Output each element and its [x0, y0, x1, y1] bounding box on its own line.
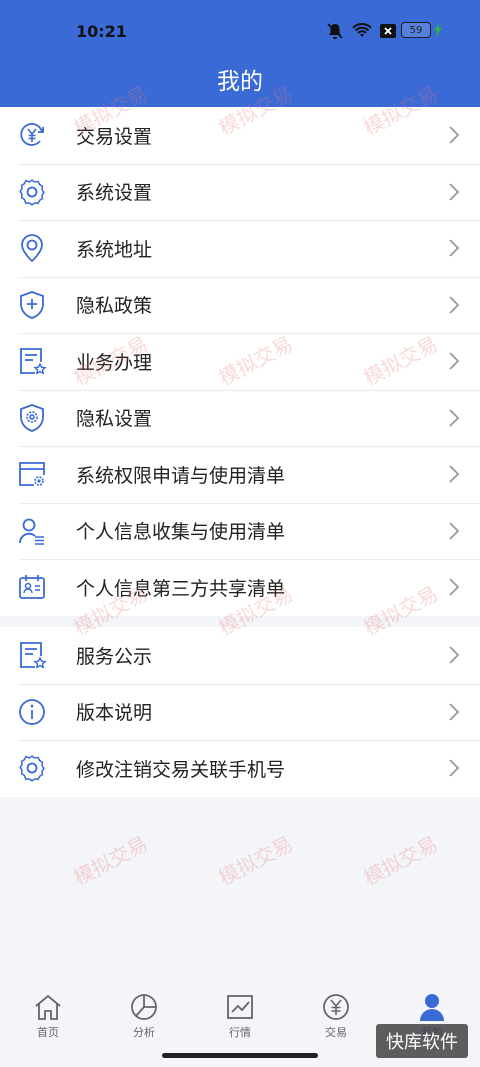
menu-item-label: 版本说明	[76, 702, 153, 725]
chevron-right-icon	[449, 646, 460, 664]
yuan-refresh-icon	[20, 123, 44, 147]
tab-market[interactable]: 行情	[192, 985, 288, 1055]
chevron-right-icon	[449, 759, 460, 777]
menu-item-label: 隐私设置	[76, 408, 153, 431]
mute-bell-icon	[327, 23, 343, 39]
chevron-right-icon	[449, 522, 460, 540]
menu-item-system-settings[interactable]: 系统设置	[0, 163, 480, 221]
settings-menu-group-2: 服务公示 版本说明 修改注销交易关联手机号	[0, 627, 480, 797]
battery-indicator: 59	[401, 22, 442, 38]
page-title: 我的	[217, 69, 263, 95]
chevron-right-icon	[449, 183, 460, 201]
shield-plus-icon	[20, 290, 44, 319]
menu-item-label: 系统设置	[76, 182, 153, 205]
menu-item-label: 隐私政策	[76, 295, 153, 318]
menu-item-business[interactable]: 业务办理	[0, 333, 480, 390]
tab-label: 交易	[325, 1026, 347, 1039]
menu-item-label: 个人信息收集与使用清单	[76, 521, 286, 544]
home-icon	[35, 994, 61, 1020]
tab-label: 行情	[229, 1026, 251, 1039]
menu-item-change-phone[interactable]: 修改注销交易关联手机号	[0, 740, 480, 797]
menu-item-permission-list[interactable]: 系统权限申请与使用清单	[0, 446, 480, 503]
menu-item-trade-settings[interactable]: 交易设置	[0, 107, 480, 164]
home-indicator[interactable]	[162, 1053, 318, 1058]
chevron-right-icon	[449, 352, 460, 370]
gear-icon	[19, 178, 45, 206]
gear-icon	[19, 755, 45, 782]
user-icon	[420, 994, 444, 1021]
location-pin-icon	[21, 234, 43, 263]
tab-home[interactable]: 首页	[0, 985, 96, 1055]
settings-menu-group-1: 交易设置 系统设置 系统地址 隐私政策 业务办理 隐私设置 系统权限申请与使用清…	[0, 107, 480, 616]
window-gear-icon	[19, 462, 45, 487]
chevron-right-icon	[449, 296, 460, 314]
chevron-right-icon	[449, 578, 460, 596]
chevron-right-icon	[449, 126, 460, 144]
pie-chart-icon	[131, 994, 157, 1020]
info-icon	[19, 698, 45, 725]
menu-item-label: 交易设置	[76, 125, 153, 148]
chevron-right-icon	[449, 703, 460, 721]
line-chart-icon	[227, 995, 253, 1019]
corner-watermark-badge: 快库软件	[376, 1024, 468, 1058]
menu-item-system-address[interactable]: 系统地址	[0, 220, 480, 277]
tab-label: 分析	[133, 1026, 155, 1039]
chevron-right-icon	[449, 465, 460, 483]
menu-item-privacy-policy[interactable]: 隐私政策	[0, 276, 480, 334]
chevron-right-icon	[449, 239, 460, 257]
menu-item-label: 个人信息第三方共享清单	[76, 577, 286, 600]
menu-item-privacy-settings[interactable]: 隐私设置	[0, 389, 480, 447]
watermark: 模拟交易	[359, 831, 442, 891]
status-icons	[326, 22, 396, 40]
sim-blocked-icon	[380, 24, 396, 38]
chevron-right-icon	[449, 409, 460, 427]
tab-trade[interactable]: 交易	[288, 985, 384, 1055]
menu-item-label: 系统地址	[76, 238, 153, 261]
shield-gear-icon	[20, 403, 44, 432]
menu-item-personal-info-collection[interactable]: 个人信息收集与使用清单	[0, 502, 480, 560]
menu-item-service-notice[interactable]: 服务公示	[0, 627, 480, 684]
battery-level: 59	[401, 22, 431, 38]
watermark: 模拟交易	[69, 831, 152, 891]
watermark: 模拟交易	[214, 831, 297, 891]
menu-item-label: 系统权限申请与使用清单	[76, 464, 286, 487]
charging-bolt-icon	[434, 23, 442, 37]
person-list-icon	[19, 518, 44, 545]
tab-analysis[interactable]: 分析	[96, 985, 192, 1055]
menu-item-third-party-sharing[interactable]: 个人信息第三方共享清单	[0, 559, 480, 616]
menu-item-label: 业务办理	[76, 351, 153, 374]
menu-item-label: 服务公示	[76, 645, 153, 668]
id-card-icon	[19, 575, 45, 600]
status-time: 10:21	[76, 22, 127, 41]
document-star-icon	[20, 642, 47, 669]
menu-item-label: 修改注销交易关联手机号	[76, 758, 286, 781]
app-header: 10:21 59 我的	[0, 0, 480, 107]
document-star-icon	[20, 348, 47, 375]
wifi-icon	[352, 23, 372, 37]
menu-item-version-info[interactable]: 版本说明	[0, 683, 480, 741]
tab-label: 首页	[37, 1026, 59, 1039]
yuan-circle-icon	[323, 994, 349, 1020]
